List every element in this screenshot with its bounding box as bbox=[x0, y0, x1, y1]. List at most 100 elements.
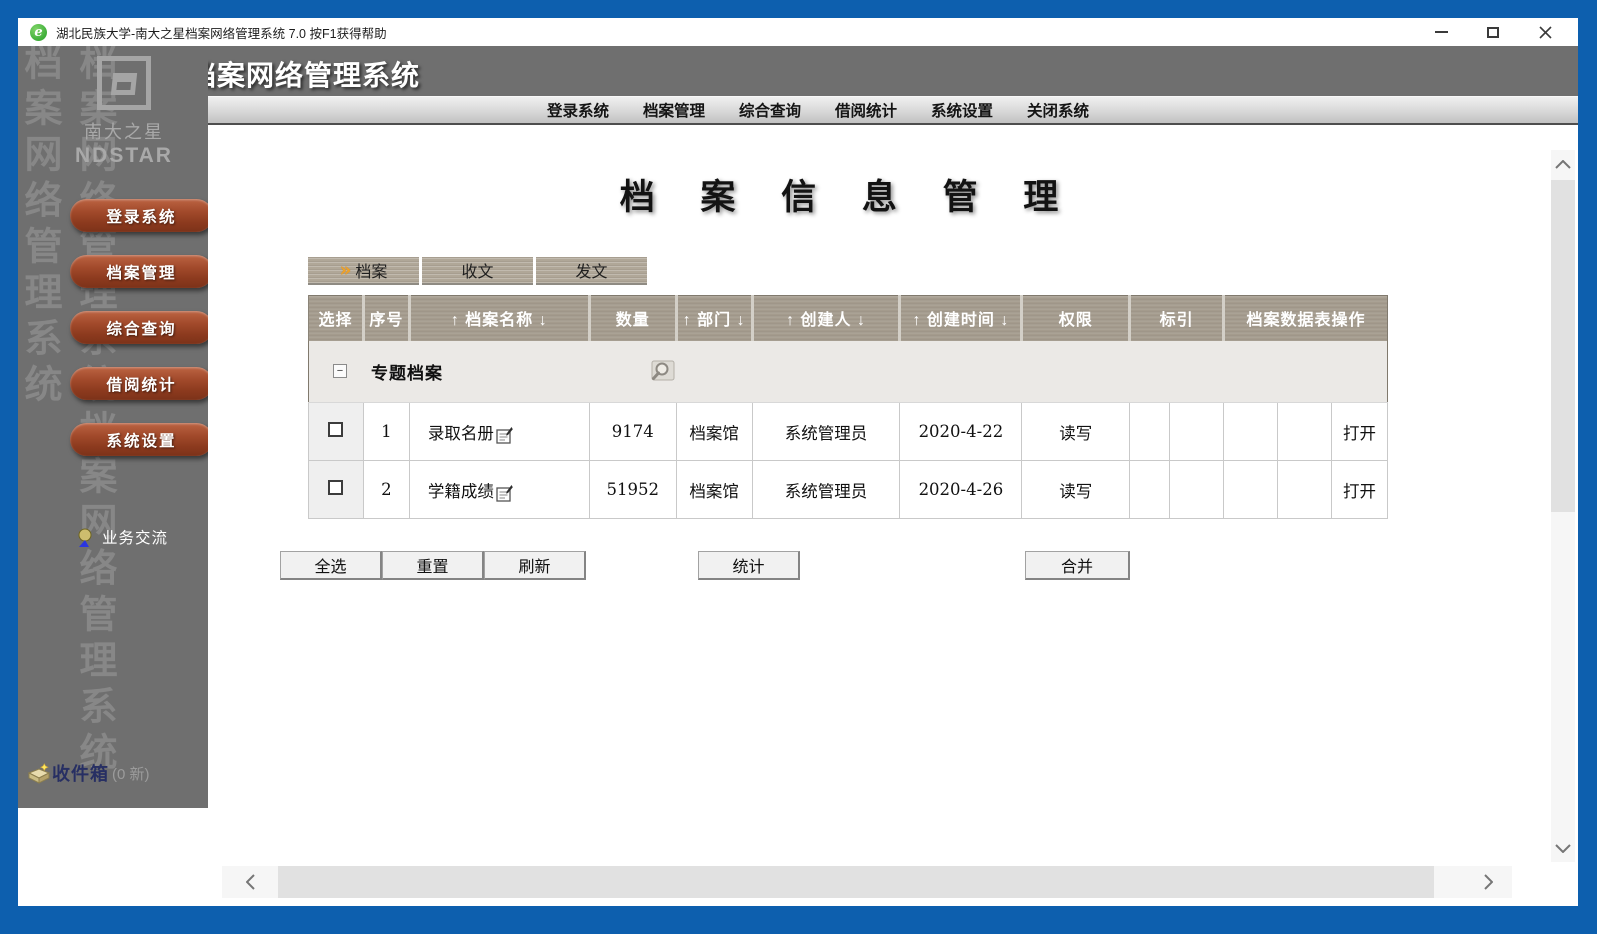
cell-dept: 档案馆 bbox=[676, 461, 752, 519]
desktop-frame: e 湖北民族大学-南大之星档案网络管理系统 7.0 按F1获得帮助 档案网络管理… bbox=[0, 0, 1597, 934]
cell-archive-name[interactable]: 学籍成绩 bbox=[428, 478, 494, 502]
menu-bar: 登录系统 档案管理 综合查询 借阅统计 系统设置 关闭系统 bbox=[208, 96, 1578, 125]
vertical-scrollbar[interactable] bbox=[1551, 150, 1575, 862]
chevron-left-icon bbox=[246, 874, 255, 890]
business-exchange-label: 业务交流 bbox=[102, 526, 168, 548]
cell-seq: 2 bbox=[363, 461, 409, 519]
statistics-button[interactable]: 统计 bbox=[698, 551, 800, 580]
header-creator-sort[interactable]: ↑ 创建人 ↓ bbox=[752, 296, 900, 341]
sidebar-item-login[interactable]: 登录系统 bbox=[70, 199, 208, 232]
tab-received-label: 收文 bbox=[461, 258, 493, 282]
merge-button[interactable]: 合并 bbox=[1025, 551, 1130, 580]
header-created-sort[interactable]: ↑ 创建时间 ↓ bbox=[900, 296, 1022, 341]
inbox-icon bbox=[26, 761, 52, 785]
tab-archive-label: 档案 bbox=[355, 258, 387, 282]
scroll-left-button[interactable] bbox=[232, 866, 268, 898]
cell-creator: 系统管理员 bbox=[752, 461, 900, 519]
group-label: 专题档案 bbox=[371, 359, 443, 384]
business-exchange-link[interactable]: 业务交流 bbox=[76, 526, 168, 548]
open-link[interactable]: 打开 bbox=[1343, 482, 1376, 501]
chevron-right-icon bbox=[1484, 874, 1493, 890]
browser-icon: e bbox=[30, 24, 47, 41]
cell-creator: 系统管理员 bbox=[752, 403, 900, 461]
tab-sent-docs[interactable]: 发文 bbox=[536, 257, 647, 285]
window-title: 湖北民族大学-南大之星档案网络管理系统 7.0 按F1获得帮助 bbox=[56, 23, 387, 42]
header-count: 数量 bbox=[589, 296, 676, 341]
menu-item-archive-management[interactable]: 档案管理 bbox=[643, 99, 705, 121]
header-permission: 权限 bbox=[1022, 296, 1130, 341]
sidebar-item-comprehensive-query[interactable]: 综合查询 bbox=[70, 311, 208, 344]
horizontal-scroll-thumb[interactable] bbox=[278, 866, 1434, 898]
titlebar: e 湖北民族大学-南大之星档案网络管理系统 7.0 按F1获得帮助 bbox=[18, 18, 1578, 46]
select-all-button[interactable]: 全选 bbox=[280, 551, 382, 580]
menu-item-close-system[interactable]: 关闭系统 bbox=[1027, 99, 1089, 121]
close-button[interactable] bbox=[1530, 21, 1560, 43]
sidebar-item-borrow-statistics[interactable]: 借阅统计 bbox=[70, 367, 208, 400]
tab-archive[interactable]: » 档案 bbox=[308, 257, 419, 285]
chevron-down-icon bbox=[1555, 844, 1571, 853]
cell-created: 2020-4-26 bbox=[900, 461, 1022, 519]
logo-icon bbox=[97, 56, 151, 110]
logo-text-en: NDSTAR bbox=[66, 144, 182, 168]
menu-items: 登录系统 档案管理 综合查询 借阅统计 系统设置 关闭系统 bbox=[547, 99, 1089, 121]
row-checkbox[interactable] bbox=[328, 422, 343, 437]
logo-text-cn: 南大之星 bbox=[66, 118, 182, 144]
tab-sent-label: 发文 bbox=[575, 258, 607, 282]
tab-strip: » 档案 收文 发文 bbox=[308, 257, 647, 285]
cell-archive-name[interactable]: 录取名册 bbox=[428, 420, 494, 444]
group-row: − 专题档案 bbox=[309, 341, 1388, 403]
app-banner: 档案网络管理系统 bbox=[18, 46, 1578, 96]
archive-table: 选择 序号 ↑ 档案名称 ↓ 数量 ↑ 部门 ↓ ↑ 创建人 ↓ ↑ 创建时间 … bbox=[308, 295, 1388, 519]
minimize-button[interactable] bbox=[1426, 21, 1456, 43]
horizontal-scrollbar[interactable] bbox=[222, 866, 1512, 898]
app-title: 档案网络管理系统 bbox=[188, 54, 420, 94]
chevron-up-icon bbox=[1555, 160, 1571, 169]
magnifier-icon[interactable] bbox=[649, 359, 675, 383]
app-window: e 湖北民族大学-南大之星档案网络管理系统 7.0 按F1获得帮助 档案网络管理… bbox=[18, 18, 1578, 906]
active-tab-chevrons-icon: » bbox=[340, 261, 350, 280]
header-dept-sort[interactable]: ↑ 部门 ↓ bbox=[676, 296, 752, 341]
sidebar-item-system-settings[interactable]: 系统设置 bbox=[70, 423, 208, 456]
main-content: 档 案 信 息 管 理 » 档案 收文 发文 bbox=[208, 125, 1578, 906]
table-row: 2 学籍成绩 51952 档案馆 系统管理员 2020-4-26 读写 打开 bbox=[309, 461, 1388, 519]
header-select: 选择 bbox=[309, 296, 364, 341]
sidebar-item-archive-management[interactable]: 档案管理 bbox=[70, 255, 208, 288]
header-index: 标引 bbox=[1130, 296, 1224, 341]
cell-count: 51952 bbox=[589, 461, 676, 519]
inbox-link[interactable]: 收件箱 (0 新) bbox=[26, 760, 150, 786]
refresh-button[interactable]: 刷新 bbox=[484, 551, 586, 580]
menu-item-login[interactable]: 登录系统 bbox=[547, 99, 609, 121]
header-name-sort[interactable]: ↑ 档案名称 ↓ bbox=[409, 296, 589, 341]
row-checkbox[interactable] bbox=[328, 480, 343, 495]
reset-button[interactable]: 重置 bbox=[382, 551, 484, 580]
cell-permission: 读写 bbox=[1022, 403, 1130, 461]
tab-received-docs[interactable]: 收文 bbox=[422, 257, 533, 285]
menu-item-comprehensive-query[interactable]: 综合查询 bbox=[739, 99, 801, 121]
minimize-icon bbox=[1435, 31, 1448, 33]
scroll-right-button[interactable] bbox=[1470, 866, 1506, 898]
inbox-label: 收件箱 bbox=[52, 760, 109, 786]
open-link[interactable]: 打开 bbox=[1343, 424, 1376, 443]
menu-item-borrow-statistics[interactable]: 借阅统计 bbox=[835, 99, 897, 121]
maximize-icon bbox=[1487, 27, 1499, 38]
close-icon bbox=[1539, 26, 1552, 39]
scroll-down-button[interactable] bbox=[1551, 834, 1575, 862]
window-controls bbox=[1426, 21, 1566, 43]
cell-permission: 读写 bbox=[1022, 461, 1130, 519]
header-seq: 序号 bbox=[363, 296, 409, 341]
edit-note-icon[interactable] bbox=[496, 426, 513, 444]
header-operations: 档案数据表操作 bbox=[1224, 296, 1388, 341]
sidebar: 档案网络管理系统档案网络管理系统档案网络管理系统 南大之星 NDSTAR 登录系… bbox=[18, 46, 208, 808]
cell-dept: 档案馆 bbox=[676, 403, 752, 461]
collapse-toggle[interactable]: − bbox=[333, 364, 347, 378]
page-title: 档 案 信 息 管 理 bbox=[308, 169, 1388, 220]
maximize-button[interactable] bbox=[1478, 21, 1508, 43]
vertical-scroll-thumb[interactable] bbox=[1551, 180, 1575, 512]
cell-count: 9174 bbox=[589, 403, 676, 461]
cell-seq: 1 bbox=[363, 403, 409, 461]
table-row: 1 录取名册 9174 档案馆 系统管理员 2020-4-22 读写 打开 bbox=[309, 403, 1388, 461]
edit-note-icon[interactable] bbox=[496, 484, 513, 502]
scroll-up-button[interactable] bbox=[1551, 150, 1575, 178]
menu-item-system-settings[interactable]: 系统设置 bbox=[931, 99, 993, 121]
table-header-row: 选择 序号 ↑ 档案名称 ↓ 数量 ↑ 部门 ↓ ↑ 创建人 ↓ ↑ 创建时间 … bbox=[309, 296, 1388, 341]
